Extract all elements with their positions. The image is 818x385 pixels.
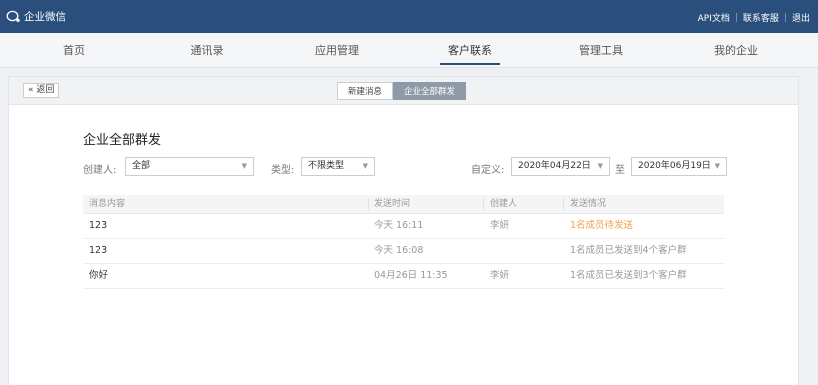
chevron-down-icon: ▼ bbox=[241, 162, 247, 170]
header-creator: 创建人 bbox=[490, 199, 518, 209]
table-row[interactable]: 你好 04月26日 11:35 李妍 1名成员已发送到3个客户群 bbox=[83, 264, 724, 289]
column-divider bbox=[483, 198, 484, 210]
active-nav-indicator bbox=[440, 63, 500, 65]
nav-item-management-tools[interactable]: 管理工具 bbox=[579, 42, 623, 58]
back-button[interactable]: « 返回 bbox=[23, 83, 60, 98]
wework-logo-icon bbox=[6, 10, 20, 22]
chevron-down-icon: ▼ bbox=[362, 162, 368, 170]
creator-name: 李妍 bbox=[490, 220, 510, 231]
app-title: 企业微信 bbox=[24, 11, 66, 23]
divider: | bbox=[783, 12, 787, 23]
divider: | bbox=[734, 12, 738, 23]
logout-link[interactable]: 退出 bbox=[792, 11, 810, 24]
top-links: API文档 | 联系客服 | 退出 bbox=[698, 11, 810, 25]
date-from-select[interactable]: 2020年04月22日 ▼ bbox=[511, 157, 610, 176]
creator-select-value: 全部 bbox=[132, 161, 151, 171]
header-send-status: 发送情况 bbox=[570, 199, 607, 209]
date-to-select[interactable]: 2020年06月19日 ▼ bbox=[631, 157, 727, 176]
chevron-down-icon: ▼ bbox=[714, 162, 720, 170]
table-row[interactable]: 123 今天 16:08 1名成员已发送到4个客户群 bbox=[83, 239, 724, 264]
broadcast-table: 消息内容 发送时间 创建人 发送情况 123 今天 16:11 李妍 1名成员待… bbox=[83, 195, 724, 289]
send-time: 04月26日 11:35 bbox=[374, 270, 448, 281]
nav-item-my-company[interactable]: 我的企业 bbox=[714, 42, 758, 58]
nav-item-home[interactable]: 首页 bbox=[63, 42, 85, 58]
send-status: 1名成员已发送到4个客户群 bbox=[570, 245, 687, 256]
nav-item-contacts[interactable]: 通讯录 bbox=[191, 42, 224, 58]
column-divider bbox=[368, 198, 369, 210]
creator-label: 创建人: bbox=[83, 165, 117, 176]
send-time: 今天 16:11 bbox=[374, 220, 424, 231]
date-range-to-label: 至 bbox=[615, 165, 625, 176]
type-select[interactable]: 不限类型 ▼ bbox=[301, 157, 375, 176]
creator-select[interactable]: 全部 ▼ bbox=[125, 157, 254, 176]
contact-support-link[interactable]: 联系客服 bbox=[743, 11, 779, 24]
tab-switcher: 新建消息 企业全部群发 bbox=[337, 82, 467, 100]
date-to-value: 2020年06月19日 bbox=[638, 161, 711, 171]
custom-date-label: 自定义: bbox=[471, 165, 505, 176]
table-row[interactable]: 123 今天 16:11 李妍 1名成员待发送 bbox=[83, 214, 724, 239]
header-send-time: 发送时间 bbox=[374, 199, 411, 209]
send-status: 1名成员已发送到3个客户群 bbox=[570, 270, 687, 281]
tab-new-message[interactable]: 新建消息 bbox=[337, 82, 394, 100]
type-select-value: 不限类型 bbox=[308, 161, 345, 171]
message-content: 123 bbox=[89, 220, 108, 231]
header-message-content: 消息内容 bbox=[89, 199, 126, 209]
message-content: 123 bbox=[89, 245, 108, 256]
send-status: 1名成员待发送 bbox=[570, 220, 634, 231]
app-logo[interactable]: 企业微信 bbox=[6, 9, 66, 24]
message-content: 你好 bbox=[89, 270, 109, 281]
content-panel: « 返回 新建消息 企业全部群发 企业全部群发 创建人: 全部 ▼ 类型: 不限… bbox=[8, 76, 799, 385]
table-header: 消息内容 发送时间 创建人 发送情况 bbox=[83, 195, 724, 214]
chevron-down-icon: ▼ bbox=[597, 162, 603, 170]
date-from-value: 2020年04月22日 bbox=[518, 161, 591, 171]
panel-header: « 返回 新建消息 企业全部群发 bbox=[9, 77, 798, 105]
send-time: 今天 16:08 bbox=[374, 245, 424, 256]
main-nav: 首页 通讯录 应用管理 客户联系 管理工具 我的企业 bbox=[0, 33, 818, 68]
column-divider bbox=[563, 198, 564, 210]
creator-name: 李妍 bbox=[490, 270, 510, 281]
top-bar: 企业微信 API文档 | 联系客服 | 退出 bbox=[0, 0, 818, 33]
nav-item-apps[interactable]: 应用管理 bbox=[315, 42, 359, 58]
page-title: 企业全部群发 bbox=[83, 133, 162, 148]
tab-all-broadcast[interactable]: 企业全部群发 bbox=[393, 82, 467, 100]
nav-item-customer-contact[interactable]: 客户联系 bbox=[448, 42, 492, 58]
api-docs-link[interactable]: API文档 bbox=[698, 11, 730, 24]
type-label: 类型: bbox=[271, 165, 295, 176]
